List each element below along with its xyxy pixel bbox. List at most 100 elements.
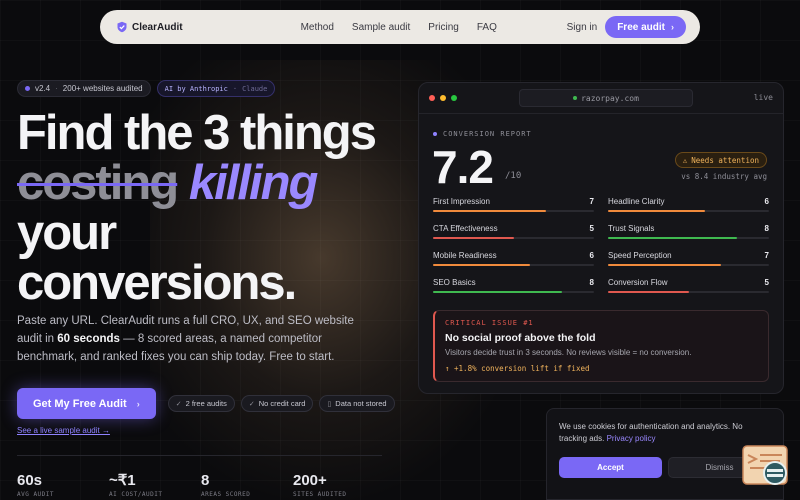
metric-value: 8 <box>589 278 594 287</box>
score-denominator: /10 <box>505 171 522 181</box>
metric-name: Mobile Readiness <box>433 251 497 260</box>
accept-cookies-button[interactable]: Accept <box>559 457 662 478</box>
metric-fill-bar <box>608 264 721 266</box>
free-audit-button[interactable]: Free audit › <box>605 16 686 38</box>
metric-track <box>433 264 594 266</box>
metric-row: Trust Signals 8 <box>608 224 769 239</box>
needs-attention-text: Needs attention <box>691 155 759 165</box>
metric-track <box>608 210 769 212</box>
warning-icon: ⚠ <box>682 155 688 165</box>
metric-track <box>433 291 594 293</box>
metric-name: Trust Signals <box>608 224 655 233</box>
stat-label: AVG AUDIT <box>17 491 55 498</box>
privacy-policy-link[interactable]: Privacy policy <box>607 434 656 443</box>
stat-item: ~₹1 AI COST/AUDIT <box>109 472 201 499</box>
stat-value: 60s <box>17 472 43 489</box>
report-url-text: razorpay.com <box>581 93 639 103</box>
headline-line-2: costing killing <box>17 158 417 208</box>
nav-link-sample-audit[interactable]: Sample audit <box>352 22 410 33</box>
headline-line-4: conversions. <box>17 258 417 308</box>
metric-header: SEO Basics 8 <box>433 278 594 288</box>
metric-header: Mobile Readiness 6 <box>433 251 594 261</box>
cookie-text: We use cookies for authentication and an… <box>559 421 749 445</box>
metric-track <box>433 237 594 239</box>
audited-count-text: 200+ websites audited <box>62 84 143 93</box>
pill-label: No credit card <box>258 399 306 408</box>
label-dot-icon <box>433 132 437 136</box>
report-label-text: CONVERSION REPORT <box>443 130 532 138</box>
window-minimize-dot-icon <box>440 95 446 101</box>
metric-row: First Impression 7 <box>433 197 594 212</box>
overall-score: 7.2 <box>432 141 494 193</box>
version-badge: v2.4 · 200+ websites audited <box>17 80 151 97</box>
metric-fill-bar <box>433 291 562 293</box>
stats-row: 60s AVG AUDIT ~₹1 AI COST/AUDIT 8 AREAS … <box>17 472 385 499</box>
metric-row: SEO Basics 8 <box>433 278 594 293</box>
badge-separator: · <box>232 84 238 93</box>
metric-fill-bar <box>433 210 546 212</box>
critical-issue-label: CRITICAL ISSUE #1 <box>445 319 534 327</box>
check-icon: ✓ <box>175 400 182 408</box>
anthropic-text: AI by Anthropic <box>164 84 228 93</box>
live-sample-audit-link[interactable]: See a live sample audit → <box>17 426 110 435</box>
critical-issue-title: No social proof above the fold <box>445 332 596 344</box>
metric-row: CTA Effectiveness 5 <box>433 224 594 239</box>
cta-row: Get My Free Audit › ✓ 2 free audits ✓ No… <box>17 388 395 419</box>
metric-name: Conversion Flow <box>608 278 668 287</box>
metric-row: Speed Perception 7 <box>608 251 769 266</box>
status-dot-icon <box>25 86 30 91</box>
data-not-stored-pill: ▯ Data not stored <box>319 395 395 412</box>
stat-value: 200+ <box>293 472 327 489</box>
metric-name: Headline Clarity <box>608 197 665 206</box>
stat-label: AI COST/AUDIT <box>109 491 163 498</box>
metric-track <box>608 264 769 266</box>
conversion-report-card: razorpay.com live CONVERSION REPORT 7.2 … <box>418 82 784 394</box>
industry-benchmark: vs 8.4 industry avg <box>681 172 767 181</box>
metric-value: 5 <box>764 278 769 287</box>
metric-value: 5 <box>589 224 594 233</box>
shield-check-icon <box>117 21 127 33</box>
metric-value: 7 <box>589 197 594 206</box>
chat-support-icon[interactable] <box>742 445 790 487</box>
stat-value: ~₹1 <box>109 472 136 489</box>
subtitle-bold: 60 seconds <box>57 333 120 345</box>
free-audit-label: Free audit <box>617 21 665 33</box>
sign-in-link[interactable]: Sign in <box>567 22 598 33</box>
metric-row: Conversion Flow 5 <box>608 278 769 293</box>
live-indicator: live <box>753 93 773 102</box>
metric-name: CTA Effectiveness <box>433 224 498 233</box>
metric-row: Headline Clarity 6 <box>608 197 769 212</box>
get-free-audit-label: Get My Free Audit <box>33 397 127 410</box>
critical-issue-description: Visitors decide trust in 3 seconds. No r… <box>445 348 692 357</box>
metric-fill-bar <box>433 264 530 266</box>
metric-fill-bar <box>608 237 737 239</box>
hero-badges: v2.4 · 200+ websites audited AI by Anthr… <box>17 80 276 97</box>
headline-conversions-word: conversions <box>17 256 286 310</box>
nav-link-faq[interactable]: FAQ <box>477 22 497 33</box>
metric-header: Speed Perception 7 <box>608 251 769 261</box>
metric-name: SEO Basics <box>433 278 476 287</box>
metric-row: Mobile Readiness 6 <box>433 251 594 266</box>
critical-issue-impact: ↑ +1.8% conversion lift if fixed <box>445 364 590 373</box>
nav-link-pricing[interactable]: Pricing <box>428 22 459 33</box>
logo[interactable]: ClearAudit <box>116 21 183 33</box>
metric-header: Trust Signals 8 <box>608 224 769 234</box>
version-text: v2.4 <box>35 84 51 93</box>
report-header-divider <box>419 113 783 114</box>
headline-line-3: your <box>17 206 117 260</box>
window-maximize-dot-icon <box>451 95 457 101</box>
metric-header: Conversion Flow 5 <box>608 278 769 288</box>
nav-link-method[interactable]: Method <box>301 22 334 33</box>
badge-separator: · <box>55 84 58 93</box>
metric-value: 8 <box>764 224 769 233</box>
nav-links: Method Sample audit Pricing FAQ <box>301 22 497 33</box>
chevron-right-icon: › <box>671 22 674 32</box>
headline-strikethrough-word: costing <box>17 156 179 210</box>
stat-item: 8 AREAS SCORED <box>201 473 293 499</box>
metric-value: 6 <box>764 197 769 206</box>
report-url-bar: razorpay.com <box>519 89 693 107</box>
needs-attention-badge: ⚠ Needs attention <box>674 152 767 168</box>
hero-headline: Find the 3 things costing killing your c… <box>17 108 417 308</box>
get-free-audit-button[interactable]: Get My Free Audit › <box>17 388 156 419</box>
metric-fill-bar <box>608 291 689 293</box>
